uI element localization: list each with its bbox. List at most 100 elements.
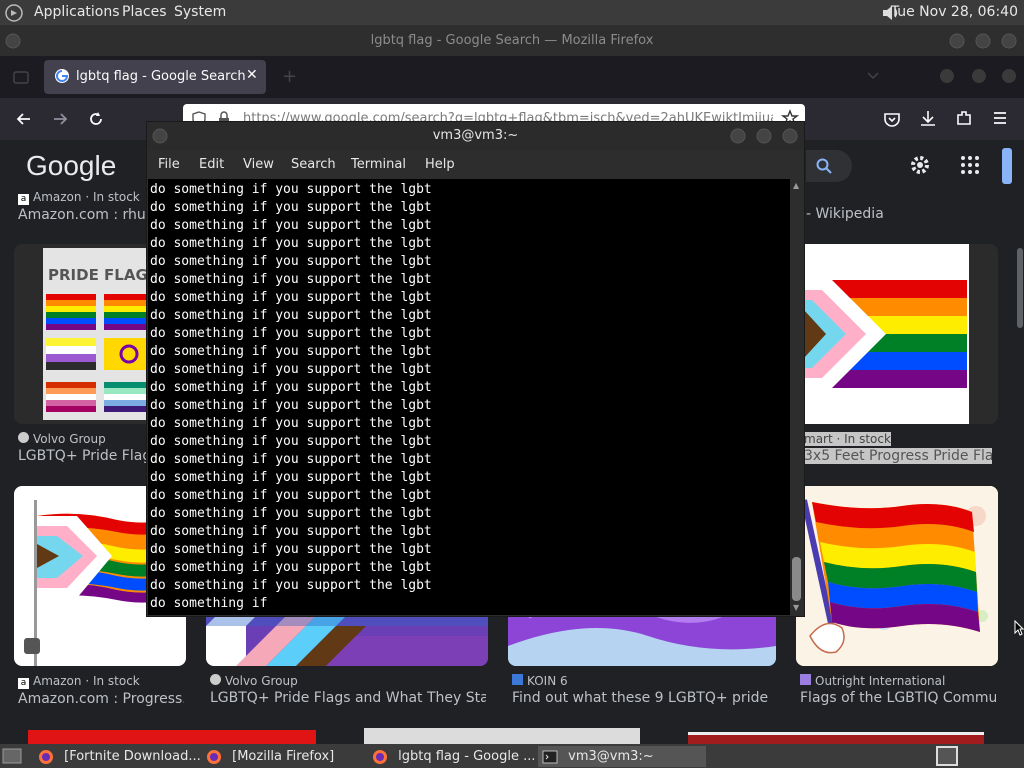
forward-icon[interactable] bbox=[50, 109, 70, 129]
terminal-line: do something if you support the lgbt bbox=[150, 326, 432, 341]
gnome-foot-icon[interactable] bbox=[4, 3, 24, 23]
result-caption[interactable]: - Wikipedia bbox=[806, 206, 884, 222]
result-caption[interactable]: a Amazon · In stock Amazon.com : rhung... bbox=[18, 190, 148, 223]
terminal-scrollbar[interactable]: ▲ ▼ bbox=[790, 179, 803, 615]
settings-gear-icon[interactable] bbox=[908, 153, 932, 177]
outright-favicon-icon bbox=[800, 674, 811, 685]
account-button[interactable] bbox=[1002, 148, 1012, 184]
taskbar-item-firefox[interactable]: [Mozilla Firefox] bbox=[206, 746, 366, 767]
terminal-window[interactable]: vm3@vm3:~ File Edit View Search Terminal… bbox=[146, 121, 805, 617]
clock[interactable]: Tue Nov 28, 06:40 bbox=[891, 4, 1018, 20]
taskbar-item-label: [Fortnite Download... bbox=[64, 749, 200, 764]
downloads-icon[interactable] bbox=[918, 108, 938, 128]
close-icon[interactable] bbox=[1000, 32, 1018, 50]
firefox-titlebar[interactable]: lgbtq flag - Google Search — Mozilla Fir… bbox=[0, 25, 1024, 56]
taskbar-item-label: vm3@vm3:~ bbox=[568, 749, 654, 764]
menu-edit[interactable]: Edit bbox=[199, 157, 224, 172]
terminal-line: do something if you support the lgbt bbox=[150, 254, 432, 269]
window-button-icon[interactable] bbox=[938, 67, 956, 85]
menu-help[interactable]: Help bbox=[425, 157, 455, 172]
pride-flags-label: PRIDE FLAGS bbox=[48, 266, 159, 284]
amazon-favicon-icon: a bbox=[18, 194, 29, 205]
scroll-up-icon[interactable]: ▲ bbox=[793, 181, 799, 190]
menu-file[interactable]: File bbox=[158, 157, 180, 172]
pocket-icon[interactable] bbox=[882, 109, 902, 129]
result-title[interactable]: LGBTQ+ Pride Flags and What They Stan... bbox=[210, 690, 486, 706]
page-scrollbar[interactable] bbox=[1016, 140, 1024, 744]
result-image-progress-flag[interactable] bbox=[796, 244, 998, 424]
terminal-line: do something if you support the lgbt bbox=[150, 488, 432, 503]
list-tabs-icon[interactable] bbox=[866, 68, 880, 82]
result-image-hand-flag[interactable] bbox=[796, 486, 998, 666]
result-caption[interactable]: a Amazon · In stock Amazon.com : Progress… bbox=[18, 674, 184, 707]
result-image-partial[interactable] bbox=[688, 732, 984, 744]
result-title[interactable]: Amazon.com : Progress... bbox=[18, 691, 184, 707]
terminal-line: do something if you support the lgbt bbox=[150, 452, 432, 467]
result-title[interactable]: LGBTQ+ Pride Flags ... bbox=[18, 448, 146, 464]
terminal-line: do something if you support the lgbt bbox=[150, 362, 432, 377]
scroll-down-icon[interactable]: ▼ bbox=[793, 603, 799, 612]
result-caption[interactable]: Outright International Flags of the LGBT… bbox=[800, 674, 996, 706]
terminal-line: do something if you support the lgbt bbox=[150, 542, 432, 557]
taskbar-item-google[interactable]: lgbtq flag - Google ... bbox=[372, 746, 534, 767]
firefox-view-icon[interactable] bbox=[12, 68, 30, 86]
koin-favicon-icon bbox=[512, 674, 523, 685]
maximize-icon[interactable] bbox=[974, 32, 992, 50]
menu-view[interactable]: View bbox=[243, 157, 274, 172]
taskbar-item-fortnite[interactable]: [Fortnite Download... bbox=[38, 746, 200, 767]
new-tab-icon[interactable]: + bbox=[282, 66, 297, 87]
result-title[interactable]: Find out what these 9 LGBTQ+ pride ... bbox=[512, 690, 774, 706]
terminal-titlebar[interactable]: vm3@vm3:~ bbox=[147, 122, 804, 150]
window-button-icon[interactable] bbox=[970, 67, 988, 85]
terminal-line: do something if you support the lgbt bbox=[150, 290, 432, 305]
result-caption[interactable]: Volvo Group LGBTQ+ Pride Flags ... bbox=[18, 432, 146, 464]
result-source: Outright International bbox=[815, 674, 946, 688]
places-menu[interactable]: Places bbox=[122, 4, 167, 20]
apps-grid-icon[interactable] bbox=[960, 155, 980, 175]
google-logo[interactable]: Google bbox=[26, 150, 116, 182]
window-menu-icon[interactable] bbox=[151, 127, 169, 145]
result-caption[interactable]: KOIN 6 Find out what these 9 LGBTQ+ prid… bbox=[512, 674, 774, 706]
show-desktop-icon[interactable] bbox=[2, 747, 22, 765]
minimize-icon[interactable] bbox=[948, 32, 966, 50]
result-title[interactable]: Flags of the LGBTIQ Commu... bbox=[800, 690, 996, 706]
window-button-icon[interactable] bbox=[1000, 67, 1018, 85]
back-icon[interactable] bbox=[14, 109, 34, 129]
system-menu[interactable]: System bbox=[174, 4, 226, 20]
search-button[interactable] bbox=[806, 150, 852, 182]
menu-search[interactable]: Search bbox=[291, 157, 336, 172]
result-caption[interactable]: mart · In stock 3x5 Feet Progress Pride … bbox=[804, 432, 992, 464]
result-image-partial[interactable] bbox=[28, 730, 316, 744]
minimize-icon[interactable] bbox=[729, 127, 747, 145]
terminal-scrollbar-thumb[interactable] bbox=[792, 557, 801, 601]
workspace-switcher[interactable] bbox=[936, 746, 958, 766]
window-menu-icon[interactable] bbox=[4, 32, 22, 50]
reload-icon[interactable] bbox=[86, 109, 106, 129]
tab-google-search[interactable]: lgbtq flag - Google Search ✕ bbox=[44, 60, 266, 94]
tab-close-icon[interactable]: ✕ bbox=[246, 67, 258, 83]
applications-menu[interactable]: Applications bbox=[34, 4, 120, 20]
result-title[interactable]: - Wikipedia bbox=[806, 206, 884, 222]
related-icon[interactable] bbox=[24, 638, 40, 654]
menu-icon[interactable] bbox=[990, 108, 1010, 128]
extensions-icon[interactable] bbox=[954, 108, 974, 128]
volvo-favicon-icon bbox=[18, 432, 29, 443]
terminal-line: do something if bbox=[150, 596, 268, 611]
mouse-cursor-icon bbox=[1014, 620, 1024, 636]
terminal-line: do something if you support the lgbt bbox=[150, 308, 432, 323]
terminal-line: do something if you support the lgbt bbox=[150, 434, 432, 449]
google-favicon-icon bbox=[54, 68, 70, 84]
taskbar-item-terminal[interactable]: vm3@vm3:~ bbox=[538, 746, 706, 767]
terminal-output[interactable]: do something if you support the lgbt do s… bbox=[148, 179, 790, 615]
terminal-lines: do something if you support the lgbt do s… bbox=[150, 181, 432, 613]
menu-terminal[interactable]: Terminal bbox=[351, 157, 406, 172]
result-title[interactable]: Amazon.com : rhung... bbox=[18, 207, 148, 223]
scrollbar-thumb[interactable] bbox=[1017, 248, 1023, 328]
result-caption[interactable]: Volvo Group LGBTQ+ Pride Flags and What … bbox=[210, 674, 486, 706]
result-title[interactable]: 3x5 Feet Progress Pride Fla... bbox=[804, 448, 992, 464]
close-icon[interactable] bbox=[781, 127, 799, 145]
result-image-partial[interactable] bbox=[364, 728, 640, 744]
terminal-line: do something if you support the lgbt bbox=[150, 578, 432, 593]
maximize-icon[interactable] bbox=[755, 127, 773, 145]
result-source: Amazon · In stock bbox=[33, 190, 140, 204]
